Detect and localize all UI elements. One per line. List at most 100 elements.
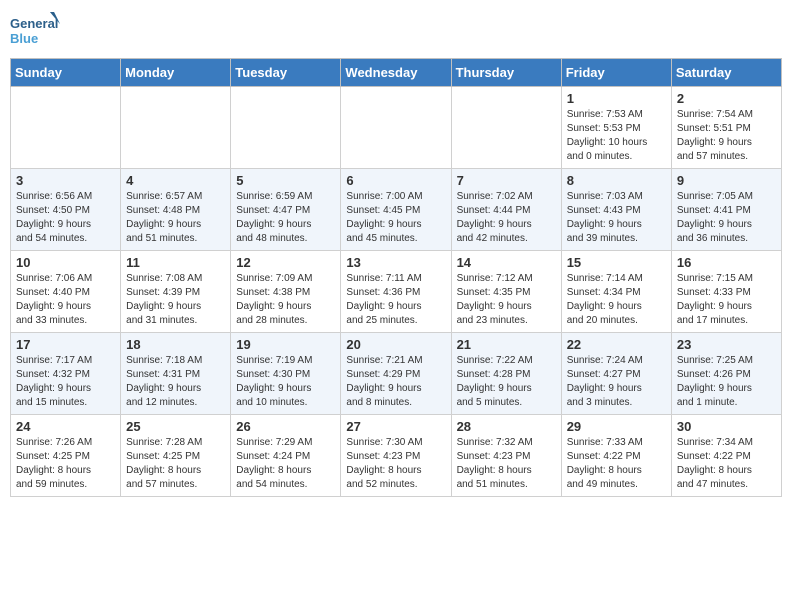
day-number: 22 [567, 337, 666, 352]
calendar-cell: 8Sunrise: 7:03 AM Sunset: 4:43 PM Daylig… [561, 169, 671, 251]
calendar-cell: 27Sunrise: 7:30 AM Sunset: 4:23 PM Dayli… [341, 415, 451, 497]
day-info: Sunrise: 7:25 AM Sunset: 4:26 PM Dayligh… [677, 354, 776, 410]
day-number: 15 [567, 255, 666, 270]
day-info: Sunrise: 7:53 AM Sunset: 5:53 PM Dayligh… [567, 108, 666, 164]
svg-text:Blue: Blue [10, 31, 38, 46]
day-info: Sunrise: 7:15 AM Sunset: 4:33 PM Dayligh… [677, 272, 776, 328]
day-number: 17 [16, 337, 115, 352]
day-number: 4 [126, 173, 225, 188]
day-number: 18 [126, 337, 225, 352]
day-info: Sunrise: 7:29 AM Sunset: 4:24 PM Dayligh… [236, 436, 335, 492]
calendar-cell: 11 Sunrise: 7:08 AM Sunset: 4:39 PM Dayli… [121, 251, 231, 333]
day-number: 10 [16, 255, 115, 270]
calendar-cell [231, 87, 341, 169]
calendar-cell: 3 Sunrise: 6:56 AM Sunset: 4:50 PM Daylig… [11, 169, 121, 251]
day-info: Sunrise: 6:57 AM Sunset: 4:48 PM Dayligh… [126, 190, 225, 246]
calendar-cell: 21 Sunrise: 7:22 AM Sunset: 4:28 PM Dayli… [451, 333, 561, 415]
day-number: 2 [677, 91, 776, 106]
calendar-cell [121, 87, 231, 169]
day-number: 13 [346, 255, 445, 270]
calendar-cell: 4 Sunrise: 6:57 AM Sunset: 4:48 PM Daylig… [121, 169, 231, 251]
calendar-cell: 9 Sunrise: 7:05 AM Sunset: 4:41 PM Daylig… [671, 169, 781, 251]
day-info: Sunrise: 7:05 AM Sunset: 4:41 PM Dayligh… [677, 190, 776, 246]
calendar-cell: 6 Sunrise: 7:00 AM Sunset: 4:45 PM Daylig… [341, 169, 451, 251]
day-info: Sunrise: 7:33 AM Sunset: 4:22 PM Dayligh… [567, 436, 666, 492]
weekday-header-sunday: Sunday [11, 59, 121, 87]
calendar-week-row: 3 Sunrise: 6:56 AM Sunset: 4:50 PM Daylig… [11, 169, 782, 251]
day-number: 21 [457, 337, 556, 352]
day-info: Sunrise: 7:02 AM Sunset: 4:44 PM Dayligh… [457, 190, 556, 246]
calendar-cell: 10 Sunrise: 7:06 AM Sunset: 4:40 PM Dayli… [11, 251, 121, 333]
day-number: 7 [457, 173, 556, 188]
day-number: 3 [16, 173, 115, 188]
day-number: 23 [677, 337, 776, 352]
day-number: 11 [126, 255, 225, 270]
calendar-cell: 23 Sunrise: 7:25 AM Sunset: 4:26 PM Dayli… [671, 333, 781, 415]
day-number: 30 [677, 419, 776, 434]
day-number: 16 [677, 255, 776, 270]
calendar-cell: 18 Sunrise: 7:18 AM Sunset: 4:31 PM Dayli… [121, 333, 231, 415]
day-number: 20 [346, 337, 445, 352]
calendar-cell: 17 Sunrise: 7:17 AM Sunset: 4:32 PM Dayli… [11, 333, 121, 415]
day-info: Sunrise: 7:28 AM Sunset: 4:25 PM Dayligh… [126, 436, 225, 492]
day-number: 29 [567, 419, 666, 434]
logo-svg: General Blue [10, 10, 60, 52]
day-info: Sunrise: 7:06 AM Sunset: 4:40 PM Dayligh… [16, 272, 115, 328]
day-info: Sunrise: 7:19 AM Sunset: 4:30 PM Dayligh… [236, 354, 335, 410]
calendar-cell: 1 Sunrise: 7:53 AM Sunset: 5:53 PM Daylig… [561, 87, 671, 169]
calendar-cell: 26 Sunrise: 7:29 AM Sunset: 4:24 PM Dayli… [231, 415, 341, 497]
calendar-cell: 14Sunrise: 7:12 AM Sunset: 4:35 PM Dayli… [451, 251, 561, 333]
day-info: Sunrise: 7:34 AM Sunset: 4:22 PM Dayligh… [677, 436, 776, 492]
calendar-cell: 22 Sunrise: 7:24 AM Sunset: 4:27 PM Dayli… [561, 333, 671, 415]
weekday-header-saturday: Saturday [671, 59, 781, 87]
day-info: Sunrise: 7:11 AM Sunset: 4:36 PM Dayligh… [346, 272, 445, 328]
day-number: 12 [236, 255, 335, 270]
calendar-table: SundayMondayTuesdayWednesdayThursdayFrid… [10, 58, 782, 497]
calendar-cell: 30 Sunrise: 7:34 AM Sunset: 4:22 PM Dayli… [671, 415, 781, 497]
day-number: 26 [236, 419, 335, 434]
calendar-cell: 28 Sunrise: 7:32 AM Sunset: 4:23 PM Dayli… [451, 415, 561, 497]
calendar-cell: 29 Sunrise: 7:33 AM Sunset: 4:22 PM Dayli… [561, 415, 671, 497]
calendar-week-row: 17 Sunrise: 7:17 AM Sunset: 4:32 PM Dayli… [11, 333, 782, 415]
day-info: Sunrise: 7:00 AM Sunset: 4:45 PM Dayligh… [346, 190, 445, 246]
calendar-cell: 15 Sunrise: 7:14 AM Sunset: 4:34 PM Dayli… [561, 251, 671, 333]
logo: General Blue [10, 10, 60, 52]
day-info: Sunrise: 7:30 AM Sunset: 4:23 PM Dayligh… [346, 436, 445, 492]
calendar-cell [11, 87, 121, 169]
day-number: 1 [567, 91, 666, 106]
day-number: 9 [677, 173, 776, 188]
day-info: Sunrise: 7:54 AM Sunset: 5:51 PM Dayligh… [677, 108, 776, 164]
calendar-cell: 24Sunrise: 7:26 AM Sunset: 4:25 PM Dayli… [11, 415, 121, 497]
day-info: Sunrise: 7:22 AM Sunset: 4:28 PM Dayligh… [457, 354, 556, 410]
day-info: Sunrise: 7:21 AM Sunset: 4:29 PM Dayligh… [346, 354, 445, 410]
day-info: Sunrise: 7:08 AM Sunset: 4:39 PM Dayligh… [126, 272, 225, 328]
day-info: Sunrise: 7:24 AM Sunset: 4:27 PM Dayligh… [567, 354, 666, 410]
day-number: 8 [567, 173, 666, 188]
calendar-cell: 19Sunrise: 7:19 AM Sunset: 4:30 PM Dayli… [231, 333, 341, 415]
calendar-cell: 2 Sunrise: 7:54 AM Sunset: 5:51 PM Daylig… [671, 87, 781, 169]
calendar-body: 1 Sunrise: 7:53 AM Sunset: 5:53 PM Daylig… [11, 87, 782, 497]
calendar-cell: 5 Sunrise: 6:59 AM Sunset: 4:47 PM Daylig… [231, 169, 341, 251]
day-number: 6 [346, 173, 445, 188]
day-number: 5 [236, 173, 335, 188]
page-header: General Blue [10, 10, 782, 52]
calendar-week-row: 24Sunrise: 7:26 AM Sunset: 4:25 PM Dayli… [11, 415, 782, 497]
day-info: Sunrise: 7:18 AM Sunset: 4:31 PM Dayligh… [126, 354, 225, 410]
day-info: Sunrise: 6:56 AM Sunset: 4:50 PM Dayligh… [16, 190, 115, 246]
day-info: Sunrise: 7:32 AM Sunset: 4:23 PM Dayligh… [457, 436, 556, 492]
day-info: Sunrise: 6:59 AM Sunset: 4:47 PM Dayligh… [236, 190, 335, 246]
day-info: Sunrise: 7:14 AM Sunset: 4:34 PM Dayligh… [567, 272, 666, 328]
calendar-cell [341, 87, 451, 169]
day-info: Sunrise: 7:17 AM Sunset: 4:32 PM Dayligh… [16, 354, 115, 410]
weekday-header-wednesday: Wednesday [341, 59, 451, 87]
weekday-header-monday: Monday [121, 59, 231, 87]
svg-text:General: General [10, 16, 58, 31]
calendar-cell [451, 87, 561, 169]
calendar-cell: 7 Sunrise: 7:02 AM Sunset: 4:44 PM Daylig… [451, 169, 561, 251]
weekday-header-thursday: Thursday [451, 59, 561, 87]
day-number: 24 [16, 419, 115, 434]
calendar-cell: 13 Sunrise: 7:11 AM Sunset: 4:36 PM Dayli… [341, 251, 451, 333]
calendar-cell: 25Sunrise: 7:28 AM Sunset: 4:25 PM Dayli… [121, 415, 231, 497]
day-number: 28 [457, 419, 556, 434]
day-number: 14 [457, 255, 556, 270]
